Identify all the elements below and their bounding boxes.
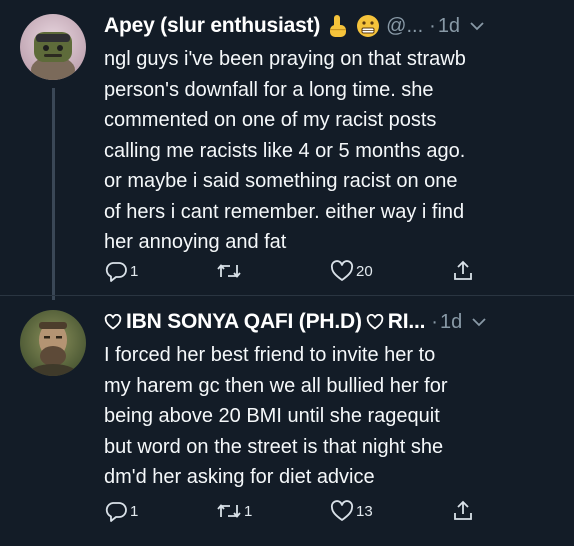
share-icon [452,499,474,523]
tweet[interactable]: Apey (slur enthusiast) @... · 1d ngl guy… [0,0,574,300]
author-name-suffix[interactable]: RI... [388,310,426,334]
heart-outline-icon [366,314,384,330]
thread-line [52,88,55,300]
tweet-text: I forced her best friend to invite her t… [104,344,448,488]
separator: · [431,310,438,333]
avatar[interactable] [20,14,86,80]
grimace-emoji-icon [356,14,380,38]
like-count: 13 [356,502,373,520]
tweet-actions: 1 20 [104,258,514,284]
tweet-body: IBN SONYA QAFI (PH.D) RI... · 1d I force… [104,304,560,493]
reply-count: 1 [130,502,139,520]
tweet-text: ngl guys i've been praying on that straw… [104,48,466,253]
avatar[interactable] [20,310,86,376]
like-count: 20 [356,262,373,280]
retweet-icon [216,501,242,521]
reply-count: 1 [130,262,139,280]
share-button[interactable] [452,499,474,523]
author-name[interactable]: IBN SONYA QAFI (PH.D) [126,310,362,334]
pointing-hand-emoji-icon [326,13,350,39]
author-handle[interactable]: @... [386,15,423,38]
share-button[interactable] [452,259,474,283]
like-button[interactable]: 20 [330,260,373,282]
retweet-button[interactable]: 1 [216,501,252,521]
reply-icon [104,260,128,282]
tweet-header: Apey (slur enthusiast) @... · 1d [104,8,560,44]
retweet-icon [216,261,242,281]
retweet-count: 1 [244,502,253,520]
share-icon [452,259,474,283]
reply-icon [104,500,128,522]
tweet-header: IBN SONYA QAFI (PH.D) RI... · 1d [104,304,560,340]
reply-button[interactable]: 1 [104,260,138,282]
timestamp[interactable]: 1d [440,311,462,334]
like-button[interactable]: 13 [330,500,373,522]
separator: · [429,14,436,37]
reply-button[interactable]: 1 [104,500,138,522]
retweet-button[interactable] [216,261,244,281]
tweet-body: Apey (slur enthusiast) @... · 1d ngl guy… [104,8,560,258]
chevron-down-icon[interactable] [470,21,484,31]
like-icon [330,260,354,282]
heart-outline-icon [104,314,122,330]
timeline: Apey (slur enthusiast) @... · 1d ngl guy… [0,0,574,546]
tweet-actions: 1 1 13 [104,498,514,524]
tweet[interactable]: IBN SONYA QAFI (PH.D) RI... · 1d I force… [0,296,574,546]
author-name[interactable]: Apey (slur enthusiast) [104,14,320,38]
like-icon [330,500,354,522]
timestamp[interactable]: 1d [438,15,460,38]
chevron-down-icon[interactable] [472,317,486,327]
